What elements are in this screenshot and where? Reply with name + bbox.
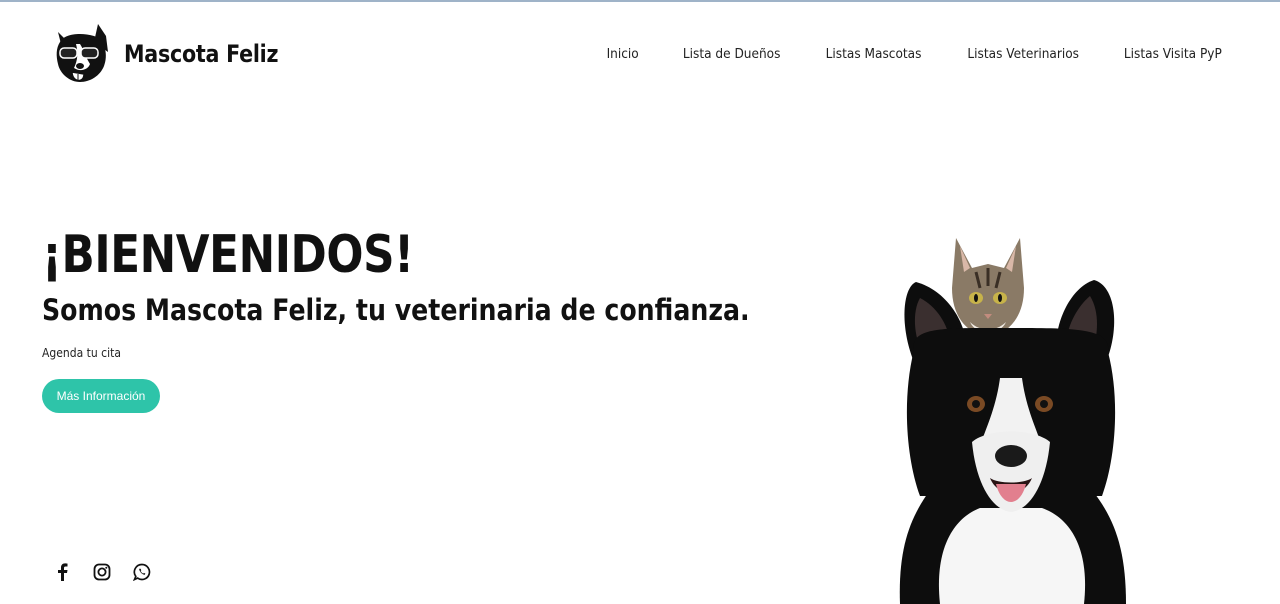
whatsapp-icon[interactable]	[132, 562, 152, 582]
nav-item-listas-veterinarios[interactable]: Listas Veterinarios	[968, 46, 1080, 62]
nav-item-lista-duenos[interactable]: Lista de Dueños	[683, 46, 781, 62]
facebook-icon[interactable]	[52, 562, 72, 582]
instagram-icon[interactable]	[92, 562, 112, 582]
dog-and-cat-image	[880, 228, 1160, 604]
main-nav: Inicio Lista de Dueños Listas Mascotas L…	[569, 46, 1222, 62]
dog-logo-icon	[56, 24, 108, 82]
social-links	[52, 562, 152, 582]
site-header: Mascota Feliz Inicio Lista de Dueños Lis…	[0, 2, 1280, 102]
hero-title: ¡BIENVENIDOS!	[42, 225, 414, 285]
hero-section: ¡BIENVENIDOS! Somos Mascota Feliz, tu ve…	[42, 222, 802, 413]
cat-figure	[952, 238, 1024, 338]
more-info-button[interactable]: Más Información	[42, 379, 160, 413]
nav-item-listas-visita-pyp[interactable]: Listas Visita PyP	[1124, 46, 1222, 62]
nav-item-inicio[interactable]: Inicio	[606, 46, 638, 62]
hero-subtitle: Somos Mascota Feliz, tu veterinaria de c…	[42, 293, 750, 327]
brand[interactable]: Mascota Feliz	[50, 22, 303, 86]
brand-name: Mascota Feliz	[124, 40, 279, 68]
hero-note: Agenda tu cita	[42, 346, 121, 360]
nav-item-listas-mascotas[interactable]: Listas Mascotas	[825, 46, 921, 62]
